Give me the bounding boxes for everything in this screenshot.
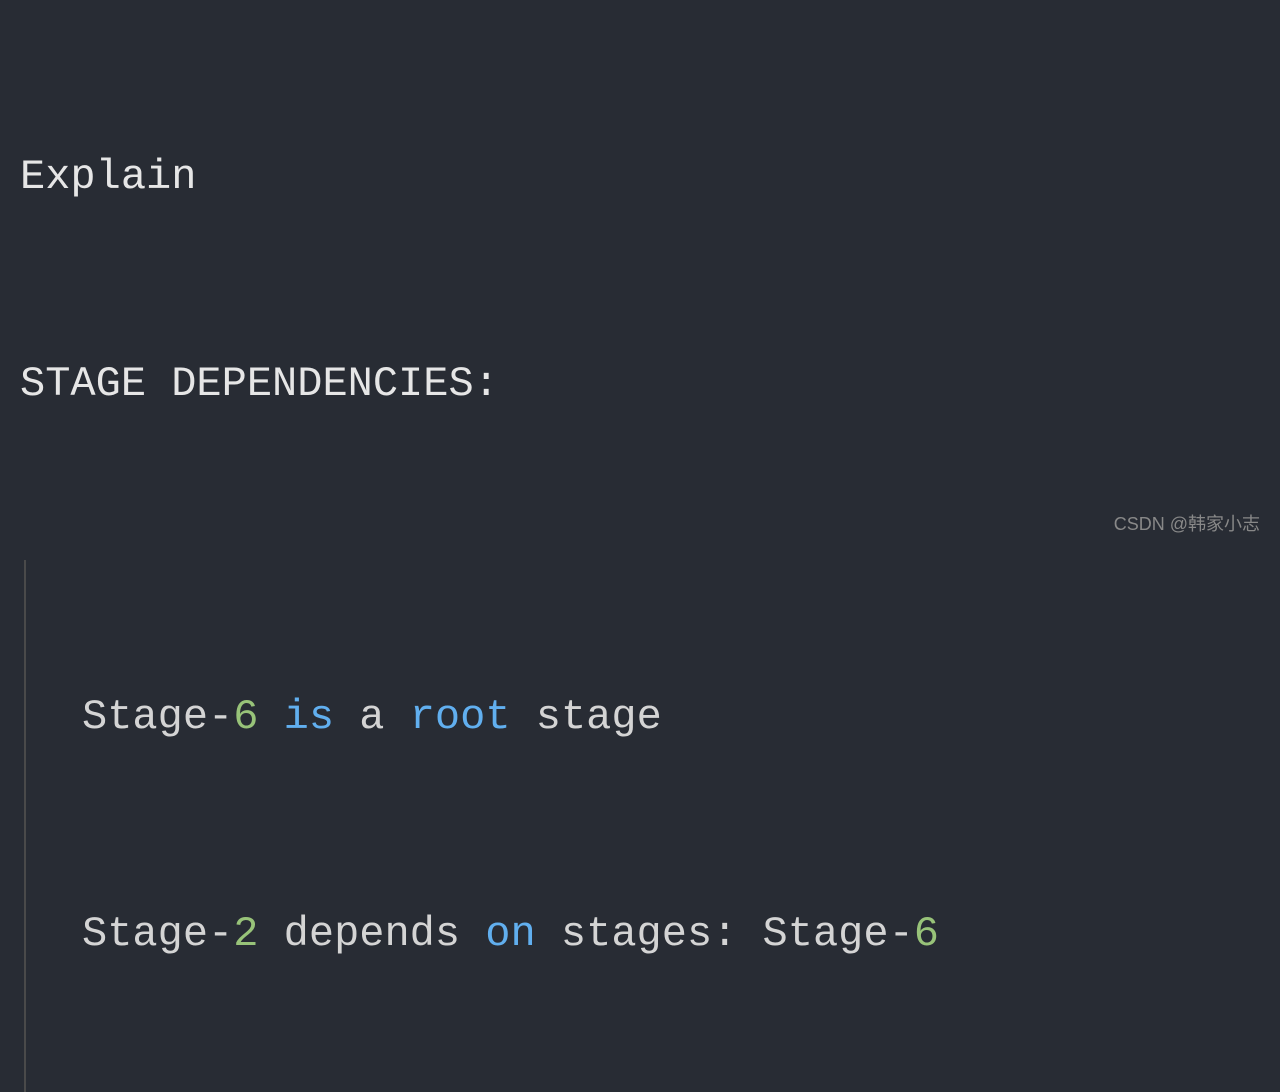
indented-block: Stage-6 is a root stage Stage-2 depends … <box>24 560 1260 1092</box>
code-line: STAGE DEPENDENCIES: <box>20 353 1260 416</box>
watermark-text: CSDN @韩家小志 <box>1114 511 1260 538</box>
terminal-output: Explain STAGE DEPENDENCIES: Stage-6 is a… <box>20 20 1260 1092</box>
code-line: Explain <box>20 146 1260 209</box>
code-line: Stage-6 is a root stage <box>82 686 1260 749</box>
code-line: Stage-2 depends on stages: Stage-6 <box>82 903 1260 966</box>
